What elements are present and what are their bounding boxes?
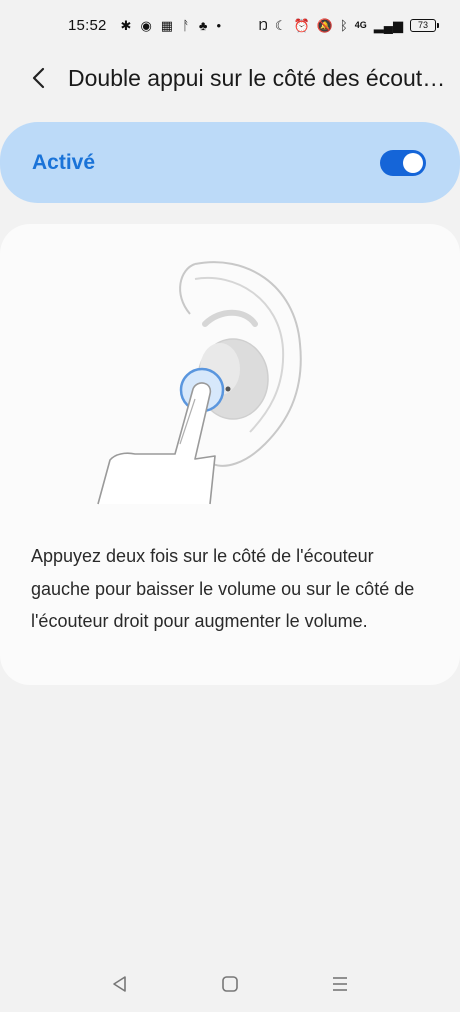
chat-icon: ◉ <box>140 17 152 33</box>
activation-toggle-row[interactable]: Activé <box>0 122 460 203</box>
notification-icons: ✱ ◉ ▦ ᚨ ♣ • <box>121 19 221 32</box>
slack-icon: ✱ <box>120 17 132 33</box>
nav-home-button[interactable] <box>175 955 285 1012</box>
instruction-text: Appuyez deux fois sur le côté de l'écout… <box>31 546 415 631</box>
back-nav-icon <box>113 975 126 992</box>
toggle-label: Activé <box>32 150 96 174</box>
status-bar: 15:52 ✱ ◉ ▦ ᚨ ♣ • Ŋ ☾ ⏰ 🔕 ᛒ 4G ▂▄▆ 73 <box>0 0 460 50</box>
page-title: Double appui sur le côté des écouteurs <box>68 64 452 91</box>
app-icon: ᚨ <box>182 17 190 33</box>
wifi-icon: ▂▄▆ <box>373 17 403 33</box>
nav-recents-button[interactable] <box>285 955 395 1012</box>
back-button[interactable] <box>12 50 68 106</box>
recents-nav-icon <box>333 976 347 991</box>
dot-icon: • <box>216 17 221 33</box>
moon-icon: ☾ <box>274 17 287 33</box>
system-icons: Ŋ ☾ ⏰ 🔕 ᛒ 4G ▂▄▆ 73 <box>258 17 439 33</box>
ear-fold <box>202 309 258 327</box>
back-arrow-icon <box>32 67 45 89</box>
ear-left-outline <box>179 263 196 315</box>
system-navigation-bar <box>0 955 460 1012</box>
status-time: 15:52 <box>68 16 107 34</box>
activation-switch[interactable] <box>380 149 426 176</box>
home-nav-icon <box>222 975 238 992</box>
battery-level: 73 <box>417 19 428 30</box>
qr-icon: ▦ <box>160 17 174 33</box>
app-header: Double appui sur le côté des écouteurs <box>0 50 460 106</box>
nfc-icon: Ŋ <box>258 17 268 33</box>
hand-outline <box>97 382 216 505</box>
battery-icon: 73 <box>410 18 439 32</box>
duck-icon: ♣ <box>198 17 208 33</box>
instruction-card: Appuyez deux fois sur le côté de l'écout… <box>0 224 460 685</box>
bluetooth-icon: ᛒ <box>339 17 348 33</box>
signal-4g-icon: 4G <box>354 19 367 30</box>
mute-icon: 🔕 <box>316 17 333 33</box>
alarm-icon: ⏰ <box>293 17 310 33</box>
ear-tap-illustration <box>97 261 302 505</box>
nav-back-button[interactable] <box>65 955 175 1012</box>
earbud-mic-dot <box>225 386 231 392</box>
switch-knob <box>403 152 423 173</box>
